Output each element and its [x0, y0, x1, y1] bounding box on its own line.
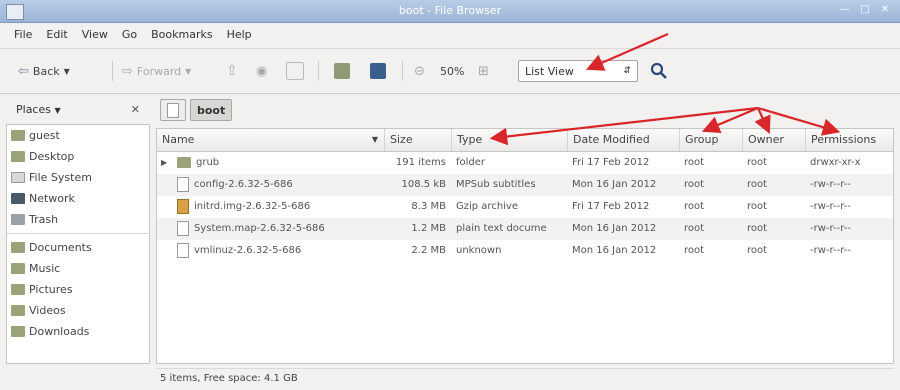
window-title: boot - File Browser: [398, 4, 502, 17]
document-icon: [177, 242, 189, 258]
chevron-down-icon[interactable]: ▼: [64, 67, 70, 76]
table-row[interactable]: initrd.img-2.6.32-5-686 8.3 MB Gzip arch…: [157, 196, 893, 218]
back-button[interactable]: ⇦ Back ▼: [18, 60, 70, 82]
search-icon[interactable]: [650, 60, 668, 82]
annotation-arrow-group: [701, 106, 759, 133]
menu-bar: File Edit View Go Bookmarks Help: [0, 23, 900, 45]
path-toggle-button[interactable]: [160, 99, 186, 121]
folder-icon: [177, 156, 191, 168]
column-group[interactable]: Group: [679, 129, 742, 151]
zoom-level: 50%: [440, 64, 465, 78]
sidebar-item-videos[interactable]: Videos: [7, 300, 149, 321]
edit-icon: [167, 102, 179, 118]
folder-icon: [11, 151, 25, 162]
zoom-in-icon[interactable]: ⊞: [478, 60, 489, 82]
path-bar: boot: [160, 98, 233, 122]
home-icon[interactable]: [334, 60, 350, 82]
up-arrow-icon[interactable]: ⇧: [226, 60, 238, 82]
zoom-out-icon[interactable]: ⊝: [414, 60, 425, 82]
folder-icon: [11, 242, 25, 253]
spinner-arrows-icon: ⇵: [623, 66, 631, 76]
view-mode-select[interactable]: List View ⇵: [518, 60, 638, 82]
sidebar-item-pictures[interactable]: Pictures: [7, 279, 149, 300]
column-header-row: Name ▼ Size Type Date Modified Group Owne…: [157, 129, 893, 152]
chevron-down-icon[interactable]: ▼: [185, 67, 191, 76]
table-row[interactable]: config-2.6.32-5-686 108.5 kB MPSub subti…: [157, 174, 893, 196]
places-header: Places ▼ ✕: [6, 95, 150, 123]
folder-icon: [11, 305, 25, 316]
column-type[interactable]: Type: [451, 129, 567, 151]
column-owner[interactable]: Owner: [742, 129, 805, 151]
document-icon: [177, 220, 189, 236]
folder-icon: [11, 130, 25, 141]
computer-icon[interactable]: [370, 60, 386, 82]
expander-icon[interactable]: ▶: [161, 152, 173, 174]
forward-arrow-icon: ⇨: [122, 63, 133, 79]
menu-view[interactable]: View: [82, 28, 108, 41]
places-sidebar: guest Desktop File System Network Trash …: [6, 124, 150, 364]
sidebar-item-desktop[interactable]: Desktop: [7, 146, 149, 167]
menu-bookmarks[interactable]: Bookmarks: [151, 28, 212, 41]
maximize-icon[interactable]: □: [858, 3, 872, 17]
reload-icon[interactable]: [286, 60, 304, 82]
sidebar-item-file-system[interactable]: File System: [7, 167, 149, 188]
network-icon: [11, 193, 25, 204]
menu-go[interactable]: Go: [122, 28, 137, 41]
menu-help[interactable]: Help: [227, 28, 252, 41]
table-row[interactable]: ▶ grub 191 items folder Fri 17 Feb 2012 …: [157, 152, 893, 174]
window-icon: [6, 4, 24, 20]
file-list: Name ▼ Size Type Date Modified Group Owne…: [156, 128, 894, 364]
sidebar-item-music[interactable]: Music: [7, 258, 149, 279]
table-row[interactable]: vmlinuz-2.6.32-5-686 2.2 MB unknown Mon …: [157, 240, 893, 262]
close-window-icon[interactable]: ✕: [878, 3, 892, 17]
menu-file[interactable]: File: [14, 28, 32, 41]
back-arrow-icon: ⇦: [18, 63, 29, 79]
column-date-modified[interactable]: Date Modified: [567, 129, 679, 151]
sidebar-item-trash[interactable]: Trash: [7, 209, 149, 230]
folder-icon: [11, 284, 25, 295]
sort-down-icon: ▼: [371, 135, 378, 144]
annotation-arrow-owner: [754, 107, 771, 135]
folder-icon: [11, 263, 25, 274]
forward-label: Forward: [136, 64, 182, 78]
folder-icon: [11, 326, 25, 337]
menu-edit[interactable]: Edit: [46, 28, 67, 41]
trash-icon: [11, 214, 25, 225]
sidebar-item-guest[interactable]: guest: [7, 125, 149, 146]
sidebar-item-documents[interactable]: Documents: [7, 237, 149, 258]
forward-button[interactable]: ⇨ Forward ▼: [122, 60, 191, 82]
sidebar-item-downloads[interactable]: Downloads: [7, 321, 149, 342]
column-size[interactable]: Size: [384, 129, 451, 151]
window-titlebar[interactable]: boot - File Browser — □ ✕: [0, 0, 900, 23]
sidebar-item-network[interactable]: Network: [7, 188, 149, 209]
archive-icon: [177, 198, 189, 214]
places-dropdown[interactable]: Places ▼: [16, 103, 61, 116]
status-bar: 5 items, Free space: 4.1 GB: [156, 368, 894, 388]
document-icon: [177, 176, 189, 192]
chevron-down-icon: ▼: [54, 105, 61, 115]
stop-icon[interactable]: ◉: [256, 60, 267, 82]
column-permissions[interactable]: Permissions: [805, 129, 893, 151]
back-label: Back: [32, 64, 60, 78]
toolbar: ⇦ Back ▼ ⇨ Forward ▼ ⇧ ◉ ⊝ 50% ⊞ List Vi…: [0, 48, 900, 94]
column-name[interactable]: Name ▼: [157, 129, 384, 151]
path-segment-boot[interactable]: boot: [190, 99, 233, 121]
view-mode-label: List View: [525, 64, 574, 78]
minimize-icon[interactable]: —: [838, 3, 852, 17]
close-icon[interactable]: ✕: [131, 103, 140, 116]
drive-icon: [11, 172, 25, 183]
table-row[interactable]: System.map-2.6.32-5-686 1.2 MB plain tex…: [157, 218, 893, 240]
